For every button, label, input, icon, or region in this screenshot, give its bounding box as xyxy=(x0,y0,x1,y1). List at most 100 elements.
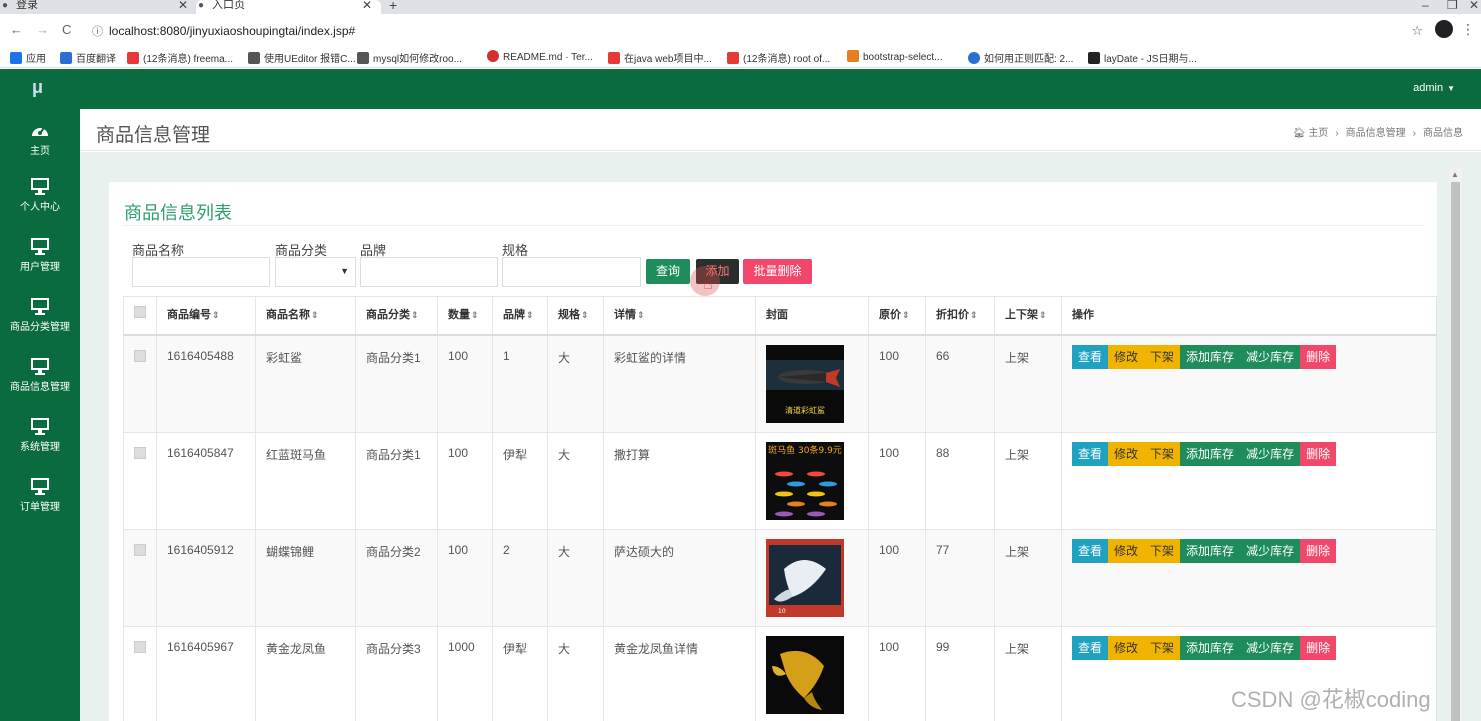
bookmark-item[interactable]: 百度翻译 xyxy=(60,50,116,65)
sidebar-item[interactable]: 主页 xyxy=(0,115,80,175)
edit-button[interactable]: 修改 xyxy=(1108,538,1145,563)
column-header[interactable]: 数量⇕ xyxy=(437,296,493,336)
restore-icon[interactable]: ❐ xyxy=(1447,0,1458,12)
sidebar-item[interactable]: 用户管理 xyxy=(0,231,80,291)
batch-delete-button[interactable]: 批量删除 xyxy=(743,259,812,284)
bookmark-item[interactable]: mysql如何修改roo... xyxy=(357,50,462,65)
bookmark-item[interactable]: layDate - JS日期与... xyxy=(1088,50,1197,65)
view-button[interactable]: 查看 xyxy=(1072,345,1109,369)
product-name-input[interactable] xyxy=(132,257,270,287)
edit-button[interactable]: 修改 xyxy=(1108,441,1145,466)
row-checkbox[interactable] xyxy=(134,446,146,459)
bookmark-item[interactable]: 如何用正则匹配: 2... xyxy=(968,50,1073,65)
query-button[interactable]: 查询 xyxy=(646,259,690,284)
product-detail: 黄金龙凤鱼详情 xyxy=(603,625,756,721)
select-cell xyxy=(123,625,157,721)
sidebar-item[interactable]: 系统管理 xyxy=(0,411,80,471)
unlist-button[interactable]: 下架 xyxy=(1144,441,1181,466)
column-header[interactable]: 详情⇕ xyxy=(603,296,756,336)
spec-input[interactable] xyxy=(502,257,641,287)
breadcrumb-home[interactable]: 主页 xyxy=(1308,128,1328,139)
reduce-stock-button[interactable]: 减少库存 xyxy=(1240,345,1301,369)
column-header[interactable]: 规格⇕ xyxy=(547,296,604,336)
bookmark-item[interactable]: README.md · Ter... xyxy=(487,50,593,63)
delete-button[interactable]: 删除 xyxy=(1300,538,1337,563)
product-status: 上架 xyxy=(994,334,1062,433)
url-field[interactable]: ⓘ localhost:8080/jinyuxiaoshoupingtai/ind… xyxy=(92,23,355,39)
close-icon[interactable]: ✕ xyxy=(362,0,372,11)
product-detail: 彩虹鲨的详情 xyxy=(603,334,756,433)
add-stock-button[interactable]: 添加库存 xyxy=(1180,345,1241,369)
profile-avatar[interactable] xyxy=(1435,20,1453,38)
reduce-stock-button[interactable]: 减少库存 xyxy=(1240,538,1301,563)
column-header[interactable]: 品牌⇕ xyxy=(492,296,548,336)
add-stock-button[interactable]: 添加库存 xyxy=(1180,538,1241,563)
reload-icon[interactable]: C xyxy=(62,23,71,37)
browser-tab-login[interactable]: ● 登录 xyxy=(0,0,190,14)
column-header[interactable]: 折扣价⇕ xyxy=(925,296,995,336)
select-cell xyxy=(123,528,157,627)
column-header: 操作 xyxy=(1061,296,1437,336)
back-icon[interactable]: ← xyxy=(10,23,23,37)
sidebar-item[interactable]: 商品分类管理 xyxy=(0,291,80,351)
sidebar-item[interactable]: 个人中心 xyxy=(0,171,80,231)
sidebar-item[interactable]: 订单管理 xyxy=(0,471,80,531)
unlist-button[interactable]: 下架 xyxy=(1144,345,1181,369)
bookmark-label: 在java web项目中... xyxy=(624,54,712,65)
scrollbar[interactable]: ▲ xyxy=(1449,168,1462,721)
reduce-stock-button[interactable]: 减少库存 xyxy=(1240,441,1301,466)
select-all-checkbox[interactable] xyxy=(134,306,146,318)
row-checkbox[interactable] xyxy=(134,350,146,362)
bookmark-item[interactable]: 使用UEditor 报错C... xyxy=(248,50,356,65)
category-select[interactable]: ▼ xyxy=(275,257,356,287)
column-header[interactable]: 原价⇕ xyxy=(868,296,926,336)
delete-button[interactable]: 删除 xyxy=(1300,635,1337,660)
site-icon xyxy=(357,52,369,64)
edit-button[interactable]: 修改 xyxy=(1108,345,1145,369)
bookmark-item[interactable]: 在java web项目中... xyxy=(608,50,712,65)
breadcrumb-section[interactable]: 商品信息管理 xyxy=(1346,128,1406,139)
reduce-stock-button[interactable]: 减少库存 xyxy=(1240,635,1301,660)
row-checkbox[interactable] xyxy=(134,640,146,653)
view-button[interactable]: 查看 xyxy=(1072,538,1109,563)
unlist-button[interactable]: 下架 xyxy=(1144,538,1181,563)
bookmark-star-icon[interactable]: ☆ xyxy=(1411,23,1423,39)
bookmark-item[interactable]: (12条消息) freema... xyxy=(127,50,233,65)
user-menu[interactable]: admin ▼ xyxy=(1413,82,1455,94)
column-header[interactable]: 商品分类⇕ xyxy=(355,296,438,336)
brand-input[interactable] xyxy=(360,257,498,287)
add-stock-button[interactable]: 添加库存 xyxy=(1180,441,1241,466)
bookmark-item[interactable]: 应用 xyxy=(10,50,46,65)
column-header[interactable]: 上下架⇕ xyxy=(994,296,1062,336)
forward-icon[interactable]: → xyxy=(36,23,49,37)
select-all-cell xyxy=(123,296,157,336)
close-window-icon[interactable]: ✕ xyxy=(1469,0,1479,12)
browser-tab-index[interactable]: ● 入口页 xyxy=(196,0,381,14)
column-header[interactable]: 商品编号⇕ xyxy=(156,296,256,336)
new-tab-icon[interactable]: + xyxy=(389,0,397,12)
bookmark-item[interactable]: bootstrap-select... xyxy=(847,50,942,63)
sidebar-item-label: 商品信息管理 xyxy=(10,382,70,393)
table-row: 1616405912 蝴蝶锦鲤 商品分类2 100 2 大萨达硕大的 10 100 77 上架 查看… xyxy=(123,528,1437,627)
add-stock-button[interactable]: 添加库存 xyxy=(1180,635,1241,660)
sidebar-item-label: 用户管理 xyxy=(20,262,60,273)
bookmark-item[interactable]: (12条消息) root of... xyxy=(727,50,830,65)
view-button[interactable]: 查看 xyxy=(1072,635,1109,660)
sidebar-item[interactable]: 商品信息管理 xyxy=(0,351,80,411)
row-checkbox[interactable] xyxy=(134,543,146,556)
product-category: 商品分类1 xyxy=(355,334,438,433)
monitor-icon xyxy=(31,358,49,375)
edit-button[interactable]: 修改 xyxy=(1108,635,1145,660)
view-button[interactable]: 查看 xyxy=(1072,441,1109,466)
column-header[interactable]: 商品名称⇕ xyxy=(255,296,356,336)
menu-icon[interactable]: ⋮ xyxy=(1461,22,1475,36)
delete-button[interactable]: 删除 xyxy=(1300,441,1337,466)
unlist-button[interactable]: 下架 xyxy=(1144,635,1181,660)
scrollbar-thumb[interactable] xyxy=(1451,182,1460,721)
delete-button[interactable]: 删除 xyxy=(1300,345,1337,369)
close-icon[interactable]: ✕ xyxy=(178,0,188,11)
minimize-icon[interactable]: – xyxy=(1422,0,1429,12)
scroll-up-icon[interactable]: ▲ xyxy=(1451,170,1459,179)
app-logo[interactable]: μ xyxy=(0,69,80,109)
column-label: 折扣价 xyxy=(936,309,969,321)
